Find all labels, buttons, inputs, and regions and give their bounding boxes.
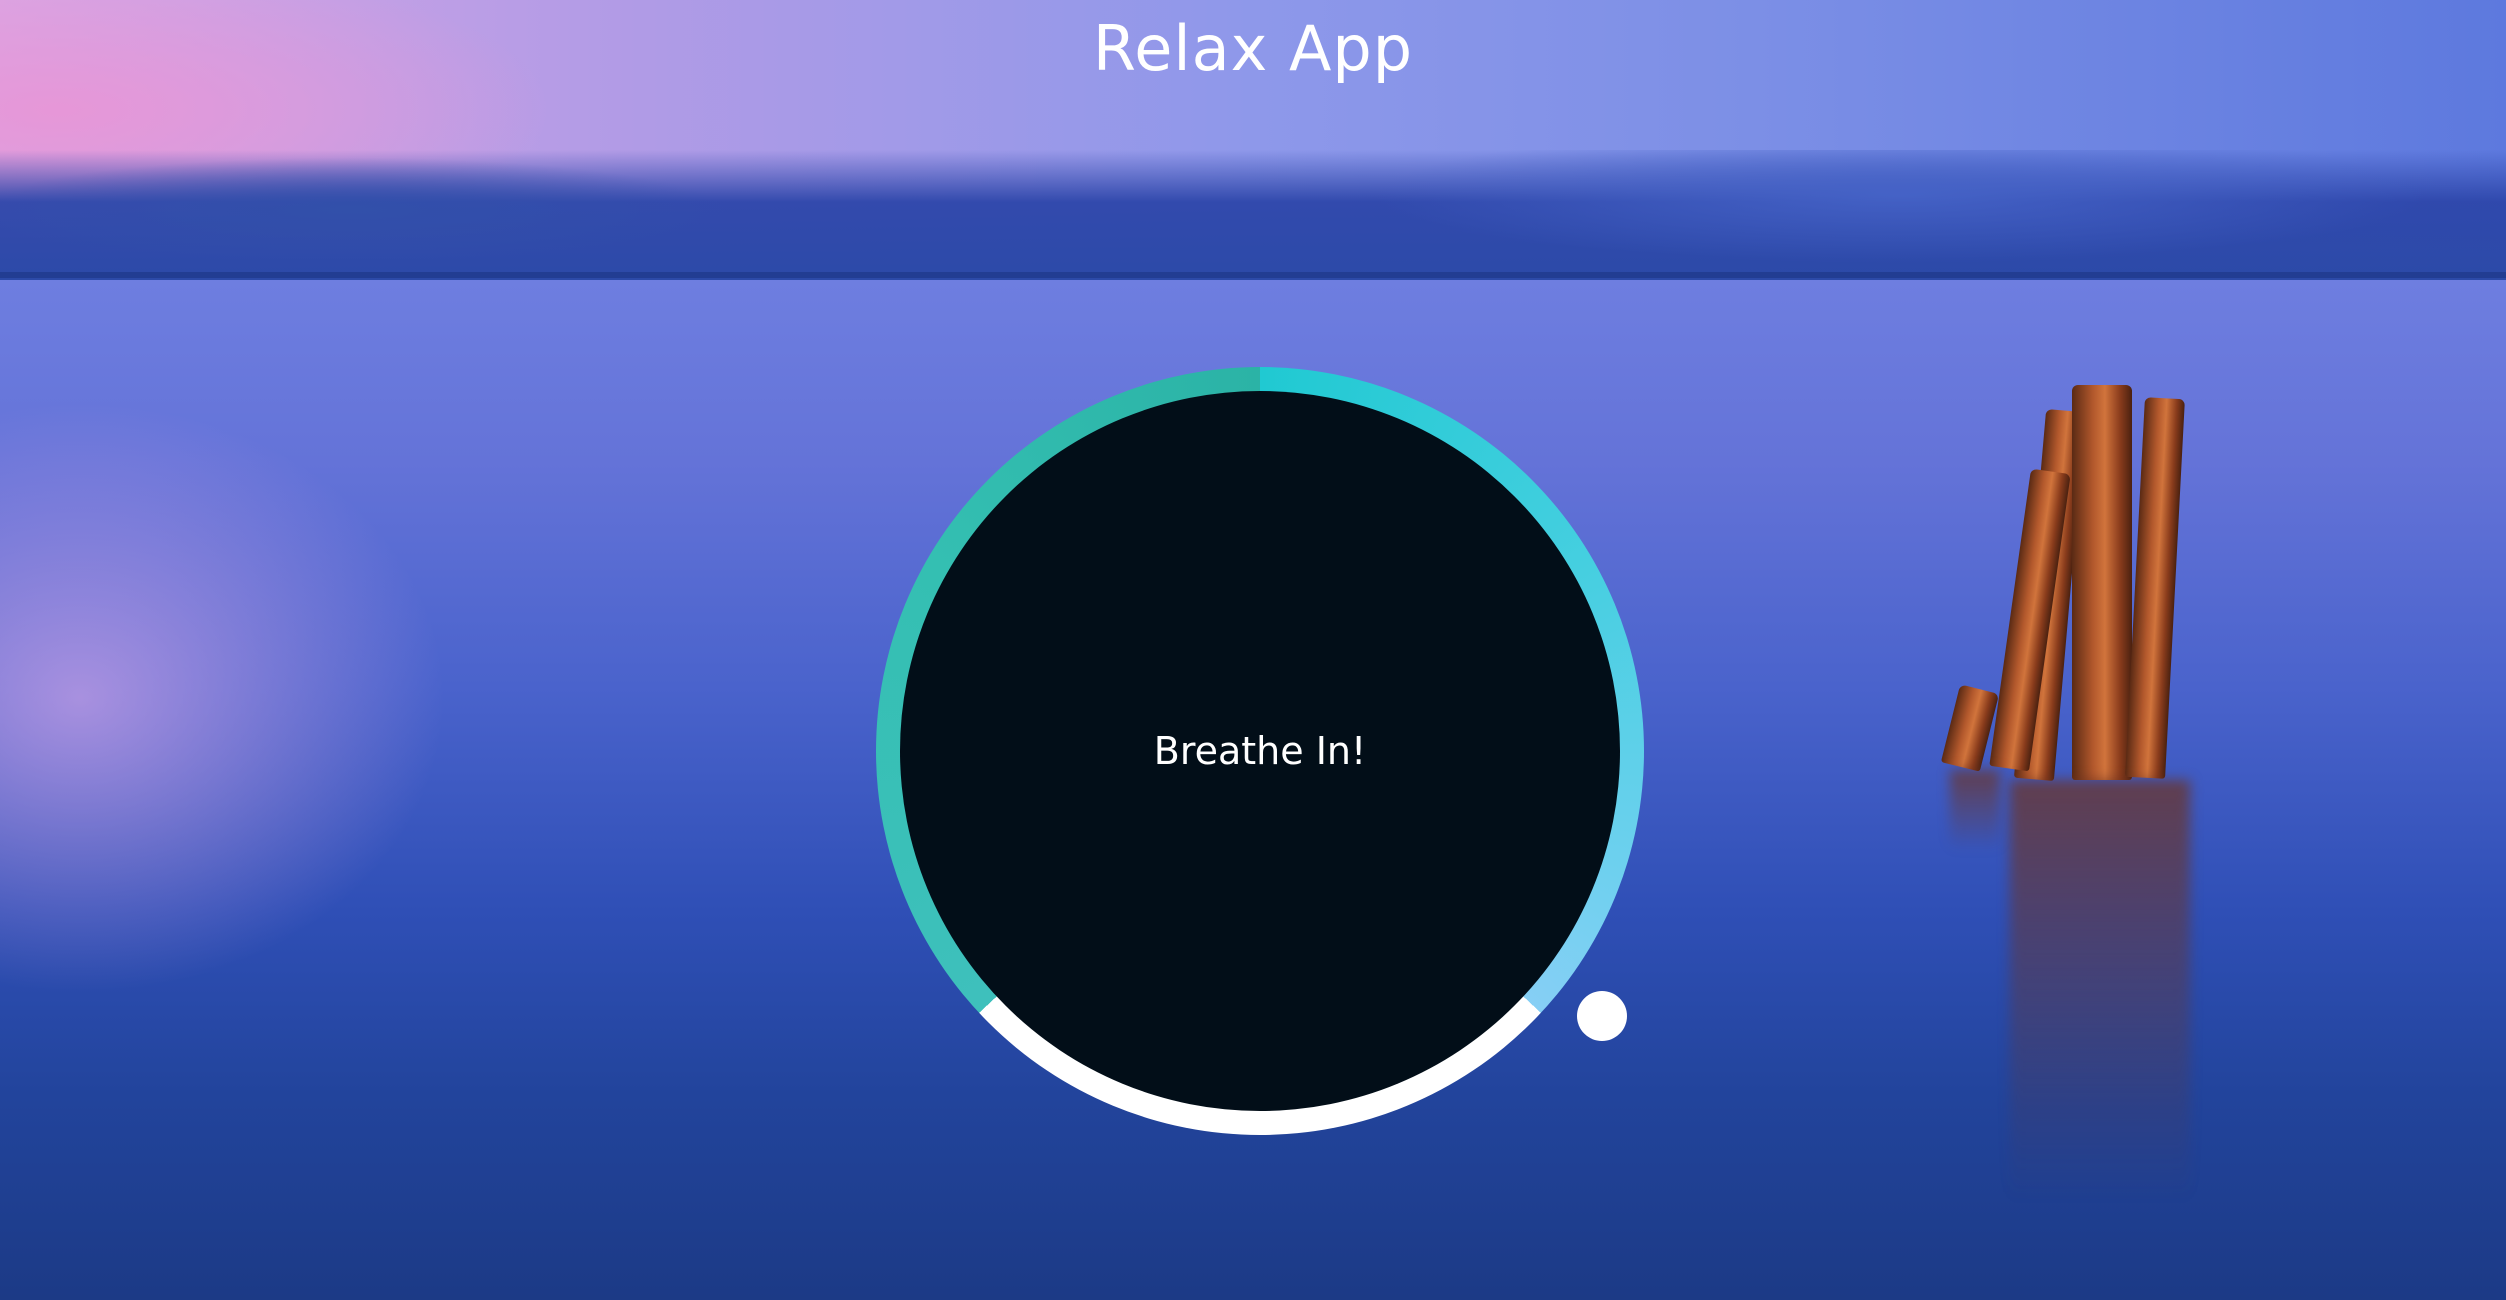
breathing-circle: Breathe In! <box>900 391 1620 1111</box>
breathing-widget: Breathe In! <box>876 367 1644 1135</box>
app-title: Relax App <box>1092 12 1414 85</box>
pointer-dot-icon <box>1577 991 1627 1041</box>
clouds <box>0 150 2506 280</box>
breathing-instruction: Breathe In! <box>1153 729 1367 773</box>
shoreline <box>0 272 2506 278</box>
